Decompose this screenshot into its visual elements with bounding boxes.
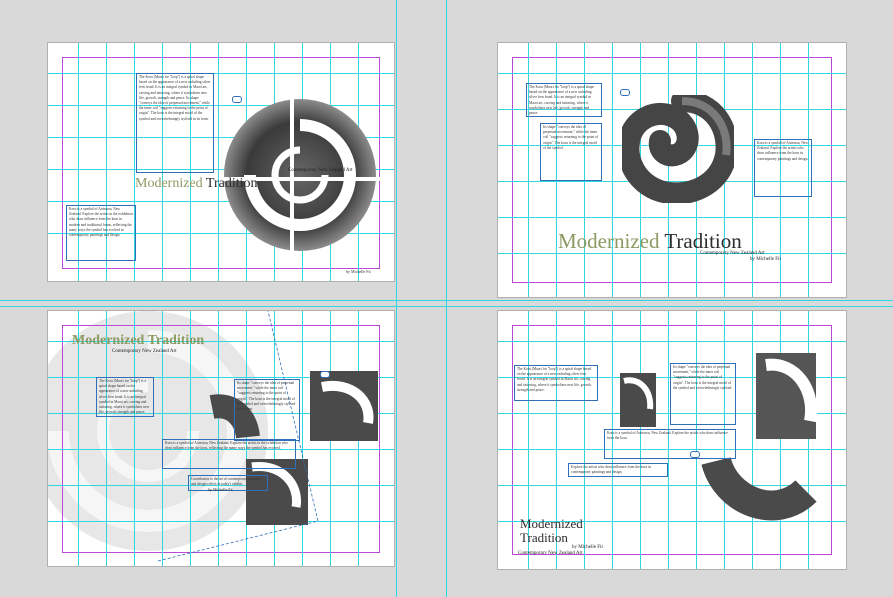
body-text: Koru is a symbol of Aotearoa, New Zealan… bbox=[69, 207, 133, 238]
koru-spiral-image[interactable] bbox=[220, 95, 380, 255]
byline: by Michelle Fit bbox=[208, 487, 233, 492]
title-word-2: Tradition bbox=[520, 530, 568, 545]
column-guide bbox=[78, 311, 79, 566]
body-text-frame[interactable]: Koru is a symbol of Aotearoa, New Zealan… bbox=[754, 139, 812, 197]
byline: by Michelle Fit bbox=[750, 257, 781, 262]
body-text: The Koru (Maori for "loop") is a spiral … bbox=[99, 379, 150, 415]
pasteboard-guide-vertical[interactable] bbox=[446, 0, 447, 597]
byline: by Michelle Fit bbox=[346, 269, 371, 274]
frame-handle[interactable] bbox=[690, 451, 700, 458]
column-guide bbox=[528, 43, 529, 297]
body-text: The Koru (Maori for "loop") is a spiral … bbox=[529, 85, 595, 116]
pasteboard-guide-vertical[interactable] bbox=[396, 0, 397, 597]
body-text: Its shape "conveys the idea of perpetual… bbox=[673, 365, 733, 390]
byline: by Michelle Fit bbox=[572, 545, 603, 550]
body-text: Its shape "conveys the idea of perpetual… bbox=[543, 125, 599, 150]
layout-page-bottom-right[interactable]: The Koru (Maori for "loop") is a spiral … bbox=[498, 311, 846, 569]
body-text-frame[interactable]: Its shape "conveys the idea of perpetual… bbox=[670, 363, 736, 425]
subtitle: Contemporary New Zealand Art bbox=[518, 551, 583, 556]
row-guide bbox=[498, 341, 846, 342]
title-word-1: Modernized bbox=[558, 229, 660, 253]
layout-page-top-right[interactable]: The Koru (Maori for "loop") is a spiral … bbox=[498, 43, 846, 297]
body-text-frame[interactable]: Koru is a symbol of Aotearoa, New Zealan… bbox=[66, 205, 136, 261]
layout-page-top-left[interactable]: The Koru (Maori for "loop") is a spiral … bbox=[48, 43, 394, 281]
body-text: The Koru (Maori for "loop") is a spiral … bbox=[517, 367, 592, 392]
column-guide bbox=[106, 311, 107, 566]
frame-handle[interactable] bbox=[232, 96, 242, 103]
title-word-1: Modernized bbox=[135, 176, 203, 191]
page-title[interactable]: Modernized Tradition bbox=[520, 517, 583, 545]
frame-handle[interactable] bbox=[620, 89, 630, 96]
page-title[interactable]: Modernized Tradition bbox=[72, 333, 204, 349]
title-word-2: Tradition bbox=[664, 229, 742, 253]
body-text-frame[interactable]: The Koru (Maori for "loop") is a spiral … bbox=[514, 365, 598, 401]
column-guide bbox=[218, 43, 219, 281]
body-text-frame[interactable]: The Koru (Maori for "loop") is a spiral … bbox=[526, 83, 602, 117]
body-text: Explore the artists who draw influence f… bbox=[571, 465, 651, 475]
body-text: Koru is a symbol of Aotearoa, New Zealan… bbox=[607, 431, 728, 441]
layout-page-bottom-left[interactable]: The Koru (Maori for "loop") is a spiral … bbox=[48, 311, 394, 566]
title-word-2: Tradition bbox=[147, 333, 205, 348]
subtitle: Contemporary New Zealand Art bbox=[700, 251, 765, 256]
title-word-1: Modernized bbox=[520, 516, 583, 531]
column-guide bbox=[584, 311, 585, 569]
row-guide bbox=[498, 73, 846, 74]
koru-spiral-image[interactable] bbox=[622, 95, 734, 203]
subtitle: Contemporary New Zealand Art bbox=[288, 168, 353, 173]
body-text-frame[interactable]: The Koru (Maori for "loop") is a spiral … bbox=[136, 73, 214, 173]
page-title[interactable]: Modernized Tradition bbox=[135, 176, 258, 192]
body-text-frame[interactable]: The Koru (Maori for "loop") is a spiral … bbox=[96, 377, 154, 417]
body-text-frame[interactable]: Explore the artists who draw influence f… bbox=[568, 463, 668, 477]
column-guide bbox=[612, 43, 613, 297]
row-guide bbox=[48, 73, 394, 74]
subtitle: Contemporary New Zealand Art bbox=[112, 349, 177, 354]
title-word-1: Modernized bbox=[72, 333, 145, 348]
body-text: The Koru (Maori for "loop") is a spiral … bbox=[139, 75, 211, 121]
body-text-frame[interactable]: Its shape "conveys the idea of perpetual… bbox=[540, 123, 602, 181]
row-guide bbox=[498, 217, 846, 218]
title-word-2: Tradition bbox=[205, 176, 258, 191]
body-text-frame[interactable]: Koru is a symbol of Aotearoa, New Zealan… bbox=[604, 429, 736, 459]
body-text: Koru is a symbol of Aotearoa, New Zealan… bbox=[757, 141, 809, 161]
